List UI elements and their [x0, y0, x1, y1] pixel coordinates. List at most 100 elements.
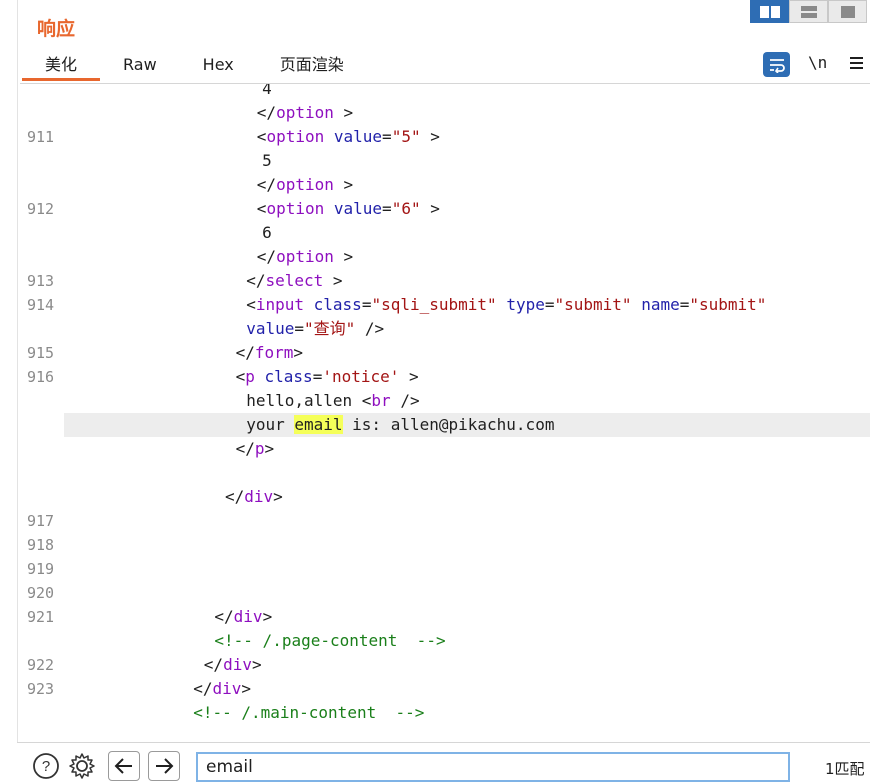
split-horizontal-icon[interactable] — [750, 0, 789, 23]
code-token: </ — [235, 439, 255, 458]
help-circle-icon[interactable]: ? — [32, 752, 60, 780]
code-token: form — [254, 343, 294, 362]
code-text: </option > — [257, 101, 353, 125]
code-text: <!-- /.main-content --> — [193, 701, 424, 725]
code-token: = — [679, 295, 690, 314]
code-token: </ — [203, 655, 224, 674]
code-token: /> — [355, 319, 385, 338]
line-number: 923 — [27, 680, 55, 698]
single-pane-icon[interactable] — [828, 0, 867, 23]
line-number: 920 — [27, 584, 55, 602]
line-number: 916 — [27, 368, 55, 386]
split-vertical-icon[interactable] — [789, 0, 828, 23]
hamburger-menu-icon[interactable] — [849, 55, 865, 69]
line-number: 914 — [27, 296, 55, 314]
arrow-right-icon[interactable] — [148, 751, 180, 781]
code-token: < — [235, 367, 246, 386]
code-token: class — [264, 367, 313, 386]
code-token: div — [244, 487, 274, 506]
code-token: value — [246, 319, 295, 338]
code-token: > — [262, 607, 273, 626]
search-input[interactable] — [196, 752, 790, 782]
code-token: > — [333, 175, 354, 194]
tab-hex[interactable]: Hex — [180, 52, 257, 81]
line-number: 921 — [27, 608, 55, 626]
line-number: 922 — [27, 656, 55, 674]
code-token: = — [382, 199, 392, 218]
code-token: "查询" — [304, 319, 356, 338]
code-token: value — [333, 127, 383, 146]
code-token: /> — [390, 391, 420, 410]
code-text: <option value="5" > — [257, 125, 440, 149]
code-token: value — [333, 199, 383, 218]
code-token: div — [212, 679, 242, 698]
code-text: </select > — [246, 269, 342, 293]
tab-render[interactable]: 页面渲染 — [257, 52, 367, 81]
left-edge — [0, 0, 18, 781]
code-token: < — [246, 295, 256, 314]
newline-toggle-button[interactable]: \n — [808, 53, 827, 72]
code-text: value="查询" /> — [246, 317, 384, 341]
code-token: </ — [256, 175, 277, 194]
response-tabs: 美化 Raw Hex 页面渲染 — [22, 52, 367, 83]
tab-raw[interactable]: Raw — [100, 52, 180, 81]
tab-pretty[interactable]: 美化 — [22, 52, 101, 81]
code-token: > — [420, 127, 440, 146]
code-token: div — [223, 655, 252, 674]
code-token: > — [251, 655, 262, 674]
code-text: <input class="sqli_submit" type="submit"… — [246, 293, 766, 317]
code-text: </option > — [257, 245, 353, 269]
code-token: 6 — [262, 223, 272, 242]
gear-icon[interactable] — [68, 752, 96, 780]
code-token: select — [265, 271, 324, 290]
code-token: 'notice' — [322, 367, 400, 386]
line-number: 911 — [27, 128, 55, 146]
code-token: br — [371, 391, 391, 410]
code-token: option — [276, 103, 334, 122]
wrap-lines-icon[interactable] — [763, 52, 790, 77]
code-text: <!-- /.page-content --> — [214, 629, 445, 653]
layout-toggle[interactable] — [750, 0, 870, 24]
code-token: </ — [246, 271, 266, 290]
code-token: "5" — [391, 127, 421, 146]
code-token: </ — [193, 679, 213, 698]
line-number: 919 — [27, 560, 55, 578]
code-text: </div> — [193, 677, 251, 701]
code-token: <!-- /.page-content --> — [214, 631, 446, 650]
code-token: div — [233, 607, 263, 626]
code-token: = — [544, 295, 555, 314]
code-text: </p> — [236, 437, 275, 461]
code-token: "submit" — [689, 295, 767, 314]
arrow-left-icon[interactable] — [108, 751, 140, 781]
code-viewer[interactable]: 4 </option >911 <option value="5" >5 </opti… — [20, 84, 870, 742]
code-text: </option > — [257, 173, 353, 197]
code-token: option — [266, 199, 325, 218]
code-token: > — [333, 247, 354, 266]
code-token: < — [256, 127, 267, 146]
code-token: > — [399, 367, 419, 386]
svg-text:?: ? — [42, 758, 50, 775]
code-text: </form> — [236, 341, 303, 365]
code-token: > — [323, 271, 343, 290]
code-token: > — [241, 679, 251, 698]
panel-title: 响应 — [37, 18, 76, 40]
code-text: </div> — [204, 653, 262, 677]
code-text: hello,allen <br /> — [246, 389, 419, 413]
search-match-highlight: email — [294, 415, 343, 434]
